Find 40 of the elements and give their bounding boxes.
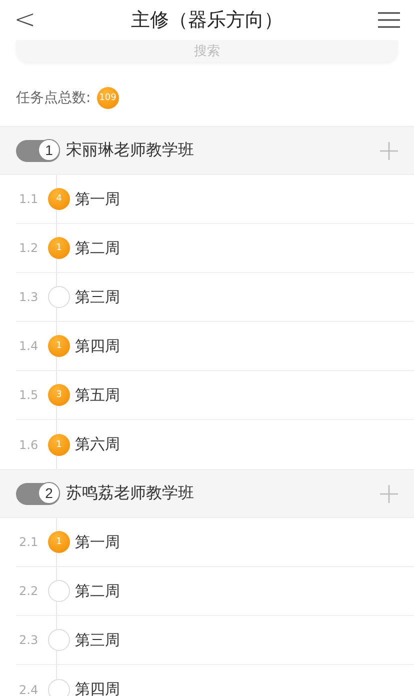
item-index: 1.6 xyxy=(18,438,40,452)
week-item[interactable]: 第四周 xyxy=(75,336,120,356)
section-title: 宋丽琳老师教学班 xyxy=(66,140,195,161)
week-item[interactable]: 第三周 xyxy=(75,630,120,650)
section-header[interactable]: 2 苏鸣荔老师教学班 xyxy=(0,469,414,518)
count-badge: 3 xyxy=(48,384,70,406)
week-item[interactable]: 第三周 xyxy=(75,288,120,306)
count-badge: 1 xyxy=(48,434,70,456)
plus-icon[interactable] xyxy=(380,142,398,160)
count-badge: 1 xyxy=(48,531,70,553)
count-badge: 4 xyxy=(48,188,70,210)
week-item[interactable]: 第六周 xyxy=(75,435,120,454)
page-title: 主修（器乐方向） xyxy=(130,8,283,33)
week-item[interactable]: 第五周 xyxy=(75,386,120,404)
count-badge: 109 xyxy=(96,87,119,109)
item-index: 1.4 xyxy=(18,339,40,353)
total-label: 任务点总数: xyxy=(16,89,91,107)
item-index: 2.4 xyxy=(18,682,40,696)
count-badge: 1 xyxy=(48,237,70,259)
section-header[interactable]: 1 宋丽琳老师教学班 xyxy=(0,126,414,175)
item-index: 1.1 xyxy=(18,192,40,206)
count-badge: 1 xyxy=(48,335,70,357)
item-index: 1.5 xyxy=(18,388,40,402)
week-item[interactable]: 第二周 xyxy=(75,238,120,258)
plus-icon[interactable] xyxy=(380,484,398,502)
item-index: 2.2 xyxy=(18,584,40,598)
week-item[interactable]: 第二周 xyxy=(75,582,120,600)
item-index: 1.3 xyxy=(18,290,40,304)
week-item[interactable]: 第一周 xyxy=(75,190,120,208)
search-field[interactable]: 搜索 xyxy=(16,40,398,62)
toggle[interactable]: 2 xyxy=(16,482,60,504)
item-index: 1.2 xyxy=(18,241,40,255)
toggle[interactable]: 1 xyxy=(16,140,60,162)
back-button[interactable]: < xyxy=(14,7,36,33)
item-index: 2.3 xyxy=(18,633,40,647)
week-item[interactable]: 第四周 xyxy=(75,680,120,696)
item-index: 2.1 xyxy=(18,535,40,549)
week-item[interactable]: 第一周 xyxy=(75,532,120,552)
menu-icon[interactable] xyxy=(378,12,400,28)
section-title: 苏鸣荔老师教学班 xyxy=(66,483,195,504)
